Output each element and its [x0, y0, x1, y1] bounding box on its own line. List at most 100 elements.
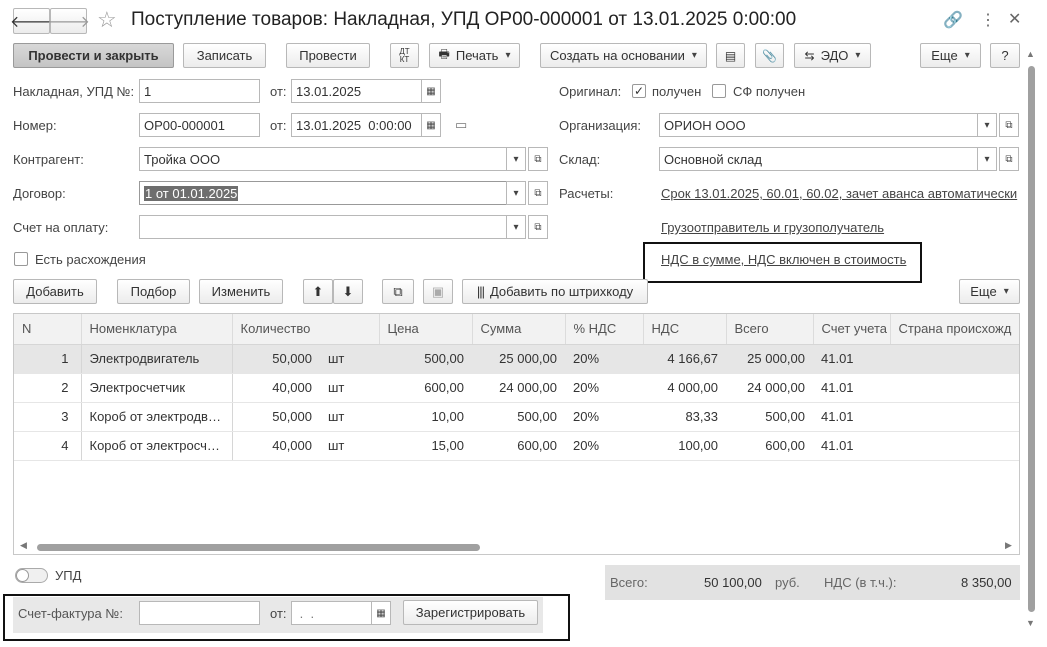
- scroll-right-icon[interactable]: ▶: [1005, 540, 1012, 551]
- row-unit[interactable]: шт: [320, 373, 379, 403]
- row-total[interactable]: 600,00: [726, 431, 813, 461]
- organization-input[interactable]: ОРИОН ООО: [659, 113, 978, 137]
- number-input[interactable]: ОР00-000001: [139, 113, 260, 137]
- row-number[interactable]: 3: [14, 402, 81, 432]
- col-rate[interactable]: % НДС: [565, 314, 644, 345]
- vat-link[interactable]: НДС в сумме, НДС включен в стоимость: [661, 252, 906, 267]
- organization-open-button[interactable]: ⧉: [999, 113, 1019, 137]
- help-button[interactable]: ?: [990, 43, 1020, 68]
- scroll-up-icon[interactable]: ▲: [1026, 49, 1035, 59]
- row-sum[interactable]: 500,00: [472, 402, 565, 432]
- star-icon[interactable]: ☆: [97, 7, 117, 33]
- col-account[interactable]: Счет учета: [813, 314, 891, 345]
- post-button[interactable]: Провести: [286, 43, 370, 68]
- page-scrollbar-thumb[interactable]: [1028, 66, 1035, 612]
- row-qty[interactable]: 50,000: [232, 402, 320, 432]
- warehouse-input[interactable]: Основной склад: [659, 147, 978, 171]
- col-sum[interactable]: Сумма: [472, 314, 566, 345]
- row-number[interactable]: 4: [14, 431, 81, 461]
- row-vat[interactable]: 83,33: [643, 402, 726, 432]
- warehouse-open-button[interactable]: ⧉: [999, 147, 1019, 171]
- invoice-date-footer-input[interactable]: . .: [291, 601, 372, 625]
- col-price[interactable]: Цена: [379, 314, 473, 345]
- col-n[interactable]: N: [14, 314, 82, 345]
- pick-button[interactable]: Подбор: [117, 279, 190, 304]
- row-qty[interactable]: 50,000: [232, 344, 320, 374]
- row-rate[interactable]: 20%: [565, 373, 643, 403]
- number-date-input[interactable]: 13.01.2025 0:00:00: [291, 113, 422, 137]
- discrepancy-checkbox[interactable]: [14, 252, 28, 266]
- edo-button[interactable]: ⇆ ЭДО: [794, 43, 871, 68]
- vertical-dots-icon[interactable]: ⋮: [980, 10, 996, 30]
- upd-toggle[interactable]: [15, 568, 48, 583]
- payment-input[interactable]: [139, 215, 507, 239]
- col-vat[interactable]: НДС: [643, 314, 727, 345]
- row-price[interactable]: 10,00: [379, 402, 472, 432]
- number-date-calendar-button[interactable]: ▦: [421, 113, 441, 137]
- row-unit[interactable]: шт: [320, 402, 379, 432]
- col-country[interactable]: Страна происхожд: [890, 314, 1019, 345]
- contract-input[interactable]: 1 от 01.01.2025: [139, 181, 507, 205]
- paste-button[interactable]: ▣: [423, 279, 453, 304]
- row-number[interactable]: 1: [14, 344, 81, 374]
- row-sum[interactable]: 25 000,00: [472, 344, 565, 374]
- row-vat[interactable]: 100,00: [643, 431, 726, 461]
- row-name[interactable]: Короб от электродвигателя: [80, 402, 233, 432]
- close-icon[interactable]: ✕: [1008, 9, 1021, 29]
- invoice-date-input[interactable]: 13.01.2025: [291, 79, 422, 103]
- row-rate[interactable]: 20%: [565, 402, 643, 432]
- change-button[interactable]: Изменить: [199, 279, 283, 304]
- post-and-close-button[interactable]: Провести и закрыть: [13, 43, 174, 68]
- print-button[interactable]: 🖶 Печать: [429, 43, 520, 68]
- invoice-date-calendar-button[interactable]: ▦: [421, 79, 441, 103]
- col-name[interactable]: Номенклатура: [81, 314, 233, 345]
- received-checkbox[interactable]: ✓: [632, 84, 646, 98]
- organization-dropdown-button[interactable]: ▾: [977, 113, 997, 137]
- table-row[interactable]: 2 Электросчетчик 40,000 шт 600,00 24 000,00 20…: [14, 373, 1019, 403]
- row-unit[interactable]: шт: [320, 431, 379, 461]
- settlements-link[interactable]: Срок 13.01.2025, 60.01, 60.02, зачет ава…: [661, 186, 1017, 201]
- scroll-down-icon[interactable]: ▼: [1026, 618, 1035, 628]
- row-total[interactable]: 25 000,00: [726, 344, 813, 374]
- sf-received-checkbox[interactable]: [712, 84, 726, 98]
- move-up-button[interactable]: ⬆: [303, 279, 333, 304]
- scroll-left-icon[interactable]: ◀: [20, 540, 27, 551]
- row-total[interactable]: 24 000,00: [726, 373, 813, 403]
- back-button[interactable]: 🡐: [10, 8, 53, 34]
- row-price[interactable]: 500,00: [379, 344, 472, 374]
- shipper-link[interactable]: Грузоотправитель и грузополучатель: [661, 220, 884, 235]
- move-down-button[interactable]: ⬇: [333, 279, 363, 304]
- row-country[interactable]: [890, 431, 1019, 461]
- table-row[interactable]: 3Короб от электродвигателя50,000шт10,005…: [14, 402, 1019, 432]
- row-sum[interactable]: 600,00: [472, 431, 565, 461]
- contractor-dropdown-button[interactable]: ▾: [506, 147, 526, 171]
- register-button[interactable]: Зарегистрировать: [403, 600, 538, 625]
- create-based-button[interactable]: Создать на основании: [540, 43, 707, 68]
- copy-button[interactable]: ⧉: [382, 279, 414, 304]
- row-unit[interactable]: шт: [320, 344, 379, 374]
- row-country[interactable]: [890, 402, 1019, 432]
- row-vat[interactable]: 4 166,67: [643, 344, 726, 374]
- row-total[interactable]: 500,00: [726, 402, 813, 432]
- row-name[interactable]: Электродвигатель: [80, 344, 233, 374]
- row-qty[interactable]: 40,000: [232, 373, 320, 403]
- contractor-open-button[interactable]: ⧉: [528, 147, 548, 171]
- row-sum[interactable]: 24 000,00: [472, 373, 565, 403]
- row-rate[interactable]: 20%: [565, 431, 643, 461]
- col-total[interactable]: Всего: [726, 314, 814, 345]
- forward-button[interactable]: 🡒: [47, 8, 90, 34]
- row-price[interactable]: 600,00: [379, 373, 472, 403]
- barcode-button[interactable]: ||| Добавить по штрихкоду: [462, 279, 648, 304]
- row-price[interactable]: 15,00: [379, 431, 472, 461]
- row-account[interactable]: 41.01: [813, 431, 890, 461]
- row-account[interactable]: 41.01: [813, 373, 890, 403]
- dt-kt-button[interactable]: ДТ КТ: [390, 43, 419, 68]
- col-qty[interactable]: Количество: [232, 314, 380, 345]
- horizontal-scrollbar[interactable]: [37, 544, 480, 551]
- row-name[interactable]: Электросчетчик: [80, 373, 233, 403]
- invoice-number-input[interactable]: 1: [139, 79, 260, 103]
- row-qty[interactable]: 40,000: [232, 431, 320, 461]
- table-row[interactable]: 1 Электродвигатель 50,000 шт 500,00 25 000,00…: [14, 344, 1019, 374]
- contractor-input[interactable]: Тройка ООО: [139, 147, 507, 171]
- table-more-button[interactable]: Еще: [959, 279, 1020, 304]
